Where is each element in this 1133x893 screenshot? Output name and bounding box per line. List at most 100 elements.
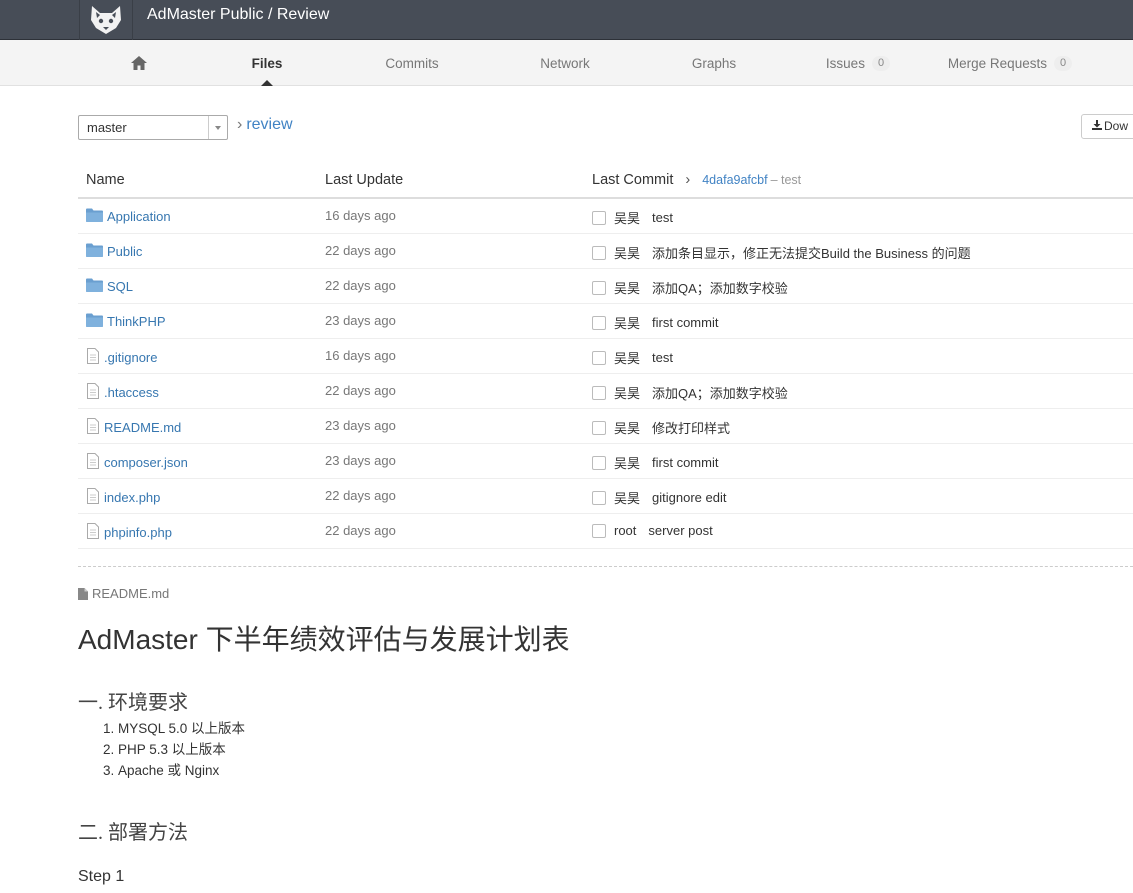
file-link[interactable]: .htaccess bbox=[104, 385, 159, 400]
commit-author[interactable]: 吴昊 bbox=[614, 348, 640, 367]
last-commit-cell: 吴昊 gitignore edit bbox=[592, 488, 726, 507]
table-body: Application 16 days ago 吴昊 test Public 22 day… bbox=[78, 199, 1133, 549]
commit-message-link[interactable]: first commit bbox=[652, 315, 718, 330]
readme-file-label: README.md bbox=[78, 586, 169, 601]
folder-icon bbox=[86, 208, 103, 225]
branch-select[interactable]: master bbox=[78, 115, 228, 140]
file-name-cell: ThinkPHP bbox=[86, 313, 166, 330]
merge-requests-count-badge: 0 bbox=[1053, 55, 1073, 71]
avatar bbox=[592, 523, 606, 538]
tab-commits[interactable]: Commits bbox=[372, 40, 452, 86]
table-header: Name Last Update Last Commit › 4dafa9afc… bbox=[78, 163, 1133, 199]
commit-author[interactable]: 吴昊 bbox=[614, 488, 640, 507]
commit-author[interactable]: root bbox=[614, 523, 636, 538]
last-commit-cell: 吴昊 test bbox=[592, 208, 673, 227]
table-row[interactable]: phpinfo.php 22 days ago root server post bbox=[78, 514, 1133, 549]
commit-message-link[interactable]: 修改打印样式 bbox=[652, 418, 730, 437]
latest-commit-message: – test bbox=[770, 173, 802, 187]
table-row[interactable]: index.php 22 days ago 吴昊 gitignore edit bbox=[78, 479, 1133, 514]
tab-issues[interactable]: Issues 0 bbox=[818, 40, 898, 86]
commit-message-link[interactable]: server post bbox=[648, 523, 712, 538]
chevron-right-icon: › bbox=[685, 172, 691, 188]
file-icon bbox=[86, 488, 100, 507]
table-row[interactable]: Application 16 days ago 吴昊 test bbox=[78, 199, 1133, 234]
folder-link[interactable]: SQL bbox=[107, 279, 133, 294]
divider bbox=[78, 566, 1133, 567]
commit-message-link[interactable]: 添加QA；添加数字校验 bbox=[652, 383, 788, 402]
folder-link[interactable]: Application bbox=[107, 209, 171, 224]
last-update-cell: 23 days ago bbox=[325, 418, 396, 433]
table-row[interactable]: .gitignore 16 days ago 吴昊 test bbox=[78, 339, 1133, 374]
commit-message-link[interactable]: 添加条目显示，修正无法提交Build the Business 的问题 bbox=[652, 243, 971, 262]
file-name-cell: Application bbox=[86, 208, 171, 225]
last-commit-label: Last Commit bbox=[592, 172, 674, 188]
commit-author[interactable]: 吴昊 bbox=[614, 208, 640, 227]
table-row[interactable]: Public 22 days ago 吴昊 添加条目显示，修正无法提交Build th… bbox=[78, 234, 1133, 269]
avatar bbox=[592, 315, 606, 330]
commit-author[interactable]: 吴昊 bbox=[614, 243, 640, 262]
list-item: MYSQL 5.0 以上版本 bbox=[118, 718, 245, 739]
requirements-list: MYSQL 5.0 以上版本 PHP 5.3 以上版本 Apache 或 Ngi… bbox=[78, 718, 245, 781]
project-title[interactable]: AdMaster Public / Review bbox=[147, 5, 329, 25]
download-button[interactable]: Dow bbox=[1081, 114, 1133, 139]
latest-commit-hash-link[interactable]: 4dafa9afcbf bbox=[702, 173, 767, 187]
file-name-cell: phpinfo.php bbox=[86, 523, 172, 542]
table-row[interactable]: ThinkPHP 23 days ago 吴昊 first commit bbox=[78, 304, 1133, 339]
file-link[interactable]: phpinfo.php bbox=[104, 525, 172, 540]
breadcrumb-path-link[interactable]: review bbox=[246, 116, 292, 133]
tab-merge-requests[interactable]: Merge Requests 0 bbox=[940, 40, 1080, 86]
column-header-last-commit: Last Commit › 4dafa9afcbf – test bbox=[592, 172, 801, 188]
last-update-cell: 22 days ago bbox=[325, 523, 396, 538]
tab-issues-label: Issues bbox=[825, 55, 865, 71]
issues-count-badge: 0 bbox=[871, 55, 891, 71]
last-update-cell: 22 days ago bbox=[325, 488, 396, 503]
avatar bbox=[592, 420, 606, 435]
last-commit-cell: 吴昊 添加QA；添加数字校验 bbox=[592, 383, 788, 402]
avatar bbox=[592, 210, 606, 225]
folder-link[interactable]: ThinkPHP bbox=[107, 314, 166, 329]
active-tab-indicator bbox=[261, 80, 273, 86]
commit-message-link[interactable]: test bbox=[652, 210, 673, 225]
tab-home[interactable] bbox=[118, 40, 160, 86]
commit-author[interactable]: 吴昊 bbox=[614, 278, 640, 297]
file-link[interactable]: composer.json bbox=[104, 455, 188, 470]
file-icon bbox=[78, 587, 88, 600]
download-button-label: Dow bbox=[1104, 119, 1129, 133]
table-row[interactable]: SQL 22 days ago 吴昊 添加QA；添加数字校验 bbox=[78, 269, 1133, 304]
file-link[interactable]: README.md bbox=[104, 420, 181, 435]
tab-files[interactable]: Files bbox=[237, 40, 297, 86]
commit-author[interactable]: 吴昊 bbox=[614, 313, 640, 332]
table-row[interactable]: .htaccess 22 days ago 吴昊 添加QA；添加数字校验 bbox=[78, 374, 1133, 409]
file-icon bbox=[86, 523, 100, 542]
folder-link[interactable]: Public bbox=[107, 244, 142, 259]
file-tree-table: Name Last Update Last Commit › 4dafa9afc… bbox=[78, 163, 1133, 549]
commit-message-link[interactable]: gitignore edit bbox=[652, 490, 726, 505]
commit-author[interactable]: 吴昊 bbox=[614, 453, 640, 472]
last-commit-cell: 吴昊 添加QA；添加数字校验 bbox=[592, 278, 788, 297]
breadcrumb-separator-icon: › bbox=[237, 116, 243, 133]
commit-author[interactable]: 吴昊 bbox=[614, 418, 640, 437]
gitlab-logo[interactable] bbox=[79, 0, 133, 40]
commit-message-link[interactable]: first commit bbox=[652, 455, 718, 470]
last-commit-cell: 吴昊 first commit bbox=[592, 313, 718, 332]
commit-message-link[interactable]: 添加QA；添加数字校验 bbox=[652, 278, 788, 297]
avatar bbox=[592, 455, 606, 470]
avatar bbox=[592, 245, 606, 260]
fox-logo-icon bbox=[91, 6, 121, 34]
tab-graphs-label: Graphs bbox=[691, 55, 737, 71]
top-header-bar: AdMaster Public / Review bbox=[0, 0, 1133, 40]
commit-author[interactable]: 吴昊 bbox=[614, 383, 640, 402]
home-icon bbox=[131, 56, 147, 70]
file-link[interactable]: .gitignore bbox=[104, 350, 157, 365]
tab-graphs[interactable]: Graphs bbox=[679, 40, 749, 86]
commit-message-link[interactable]: test bbox=[652, 350, 673, 365]
list-item: Apache 或 Nginx bbox=[118, 760, 245, 781]
table-row[interactable]: README.md 23 days ago 吴昊 修改打印样式 bbox=[78, 409, 1133, 444]
tab-network-label: Network bbox=[540, 55, 590, 71]
readme-file-name: README.md bbox=[92, 586, 170, 601]
file-name-cell: README.md bbox=[86, 418, 181, 437]
file-link[interactable]: index.php bbox=[104, 490, 160, 505]
tab-network[interactable]: Network bbox=[527, 40, 603, 86]
table-row[interactable]: composer.json 23 days ago 吴昊 first commit bbox=[78, 444, 1133, 479]
column-header-last-update: Last Update bbox=[325, 172, 404, 188]
